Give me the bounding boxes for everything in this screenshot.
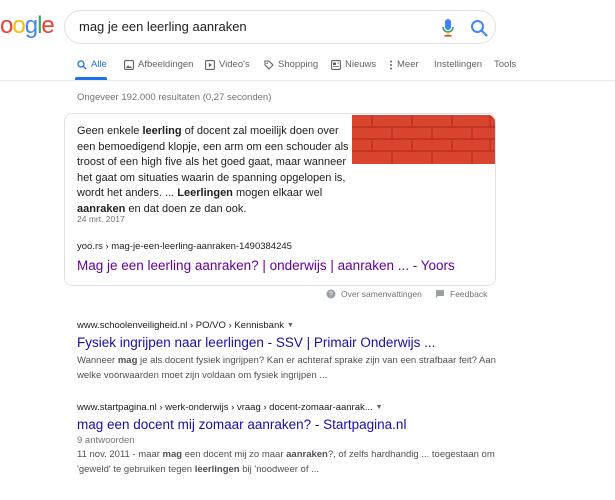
microphone-icon[interactable]: [441, 19, 455, 37]
tab-afbeeldingen[interactable]: Afbeeldingen: [124, 59, 193, 70]
tab-alle[interactable]: Alle: [77, 59, 107, 70]
logo-letter: o: [12, 12, 25, 39]
result-cite[interactable]: www.startpagina.nl › werk-onderwijs › vr…: [77, 402, 497, 413]
snippet-text-segment: mogen elkaar wel: [232, 187, 323, 199]
tab-nieuws[interactable]: Nieuws: [331, 59, 376, 70]
about-snippets-link[interactable]: ? Over samenvattingen: [326, 289, 422, 299]
result-bold-term: leerlingen: [194, 464, 240, 475]
tab-label: Instellingen: [434, 59, 483, 70]
snippet-title-link[interactable]: Mag je een leerling aanraken? | onderwij…: [77, 258, 455, 273]
logo-letter: g: [24, 12, 38, 39]
svg-text:?: ?: [329, 292, 333, 299]
tab-meer[interactable]: Meer: [389, 59, 419, 70]
play-icon: [205, 59, 215, 70]
search-tabs: Alle Afbeeldingen Video's Shopping Nieuw…: [0, 56, 615, 80]
about-snippets-label: Over samenvattingen: [341, 289, 422, 299]
google-logo[interactable]: oogle: [0, 12, 55, 40]
result-stats: Ongeveer 192.000 resultaten (0,27 second…: [77, 92, 272, 103]
result-url: www.startpagina.nl › werk-onderwijs › vr…: [77, 402, 373, 413]
tag-icon: [264, 59, 274, 70]
tab-label: Afbeeldingen: [138, 59, 194, 70]
snippet-text-segment: Geen enkele: [77, 125, 143, 137]
result-bold-term: mag: [162, 449, 183, 460]
snippet-bold-term: Leerlingen: [177, 187, 233, 199]
search-input[interactable]: mag je een leerling aanraken: [79, 19, 247, 34]
tab-label: Alle: [91, 59, 107, 70]
tab-tools[interactable]: Tools: [494, 59, 516, 70]
news-icon: [331, 59, 341, 70]
result-bold-term: aanraken: [286, 449, 328, 460]
tab-label: Tools: [494, 59, 517, 70]
featured-snippet: Geen enkele leerling of docent zal moeil…: [64, 113, 496, 286]
help-icon: ?: [326, 289, 336, 299]
tab-label: Video's: [219, 59, 250, 70]
tab-label: Nieuws: [345, 59, 377, 70]
caret-down-icon[interactable]: ▼: [287, 322, 294, 329]
result-bold-term: mag: [117, 355, 138, 366]
result-desc-segment: 11 nov. 2011 - maar: [77, 449, 163, 460]
snippet-bold-term: leerling: [142, 125, 182, 137]
search-icon: [77, 59, 87, 69]
result-title-link[interactable]: Fysiek ingrijpen naar leerlingen - SSV |…: [77, 335, 497, 350]
result-desc-segment: bij 'noodweer of ...: [239, 464, 320, 475]
result-desc-segment: Wanneer: [77, 355, 118, 366]
result-answer-count: 9 antwoorden: [77, 435, 135, 446]
tab-label: Shopping: [278, 59, 319, 70]
result-title-link[interactable]: mag een docent mij zomaar aanraken? - St…: [77, 417, 497, 432]
search-result: www.startpagina.nl › werk-onderwijs › vr…: [77, 402, 497, 477]
logo-letter: o: [0, 12, 13, 39]
result-description: Wanneer mag je als docent fysiek ingrijp…: [77, 353, 497, 383]
feedback-label: Feedback: [450, 289, 488, 299]
snippet-image[interactable]: [352, 115, 495, 164]
snippet-text: Geen enkele leerling of docent zal moeil…: [77, 124, 353, 217]
tab-videos[interactable]: Video's: [205, 59, 250, 70]
tabs-divider: [0, 80, 615, 81]
result-cite[interactable]: www.schoolenveiligheid.nl › PO/VO › Kenn…: [77, 320, 497, 331]
search-box[interactable]: mag je een leerling aanraken: [64, 10, 496, 44]
feedback-link[interactable]: Feedback: [435, 289, 487, 299]
search-result: www.schoolenveiligheid.nl › PO/VO › Kenn…: [77, 320, 497, 383]
tab-shopping[interactable]: Shopping: [264, 59, 318, 70]
result-description: 11 nov. 2011 - maar mag een docent mij z…: [77, 447, 497, 477]
snippet-bold-term: aanraken: [77, 202, 126, 215]
tab-label: Meer: [397, 59, 419, 70]
result-desc-segment: een docent mij zo maar: [182, 449, 287, 460]
tab-instellingen[interactable]: Instellingen: [434, 59, 482, 70]
feedback-icon: [436, 290, 444, 298]
image-icon: [124, 59, 134, 70]
snippet-text-segment: en dat doen ze dan ook.: [125, 202, 247, 215]
logo-letter: e: [41, 12, 54, 39]
brick-wall-image: [352, 115, 495, 164]
snippet-url[interactable]: yoo.rs › mag-je-een-leerling-aanraken-14…: [77, 241, 292, 252]
snippet-date: 24 mrt. 2017: [77, 214, 125, 224]
caret-down-icon[interactable]: ▼: [376, 404, 383, 411]
more-vert-icon: [390, 60, 392, 69]
result-url: www.schoolenveiligheid.nl › PO/VO › Kenn…: [77, 320, 284, 331]
search-icon[interactable]: [470, 19, 488, 37]
result-desc-segment: je als docent fysiek ingrijpen? Kan er a…: [77, 355, 496, 381]
